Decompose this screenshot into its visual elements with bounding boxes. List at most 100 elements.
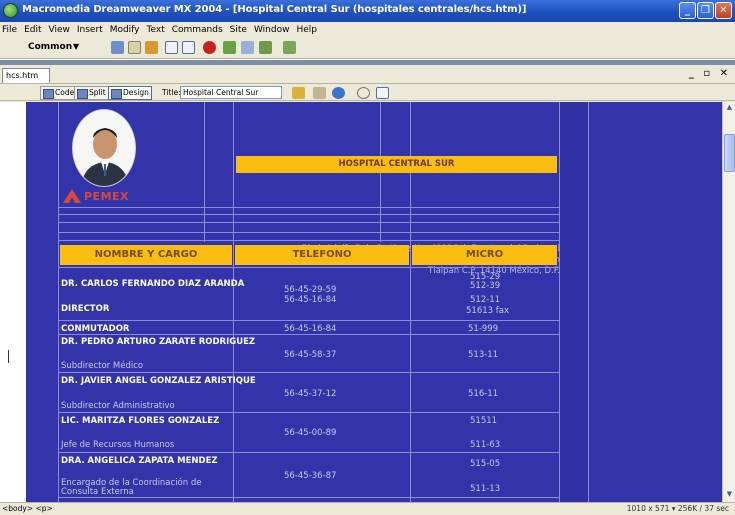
pemex-eagle-icon <box>63 189 81 203</box>
table-row-phone: 56-45-36-87 <box>284 471 337 481</box>
tag-chooser-icon[interactable] <box>283 41 296 54</box>
row-separator <box>58 267 559 268</box>
column-header-name: NOMBRE Y CARGO <box>60 245 232 265</box>
table-border <box>58 207 559 208</box>
window-controls: _ ❐ ✕ <box>679 2 732 19</box>
table-border <box>233 102 234 502</box>
layer-icon[interactable] <box>182 41 195 54</box>
row-separator <box>58 334 559 335</box>
row-separator <box>58 412 559 413</box>
close-button[interactable]: ✕ <box>715 2 732 19</box>
menu-window[interactable]: Window <box>254 25 290 35</box>
menu-commands[interactable]: Commands <box>172 25 223 35</box>
menu-insert[interactable]: Insert <box>77 25 103 35</box>
document-tab[interactable]: hcs.htm <box>2 68 50 83</box>
named-anchor-icon[interactable] <box>145 41 158 54</box>
status-bar: <body> <p> 1010 x 571 ▾ 256K / 37 sec <box>0 502 735 515</box>
date-icon[interactable] <box>241 41 254 54</box>
window-size-info[interactable]: 1010 x 571 ▾ 256K / 37 sec <box>627 504 729 513</box>
table-border <box>58 240 559 241</box>
portrait-image <box>73 110 135 186</box>
insert-bar: Common ▼ <box>0 37 735 59</box>
row-separator <box>58 452 559 453</box>
browser-check-icon[interactable] <box>332 87 345 99</box>
code-view-button[interactable]: Code <box>40 86 78 100</box>
table-border <box>58 102 59 502</box>
row-separator <box>58 320 559 321</box>
table-row-phone: 56-45-16-84 <box>284 295 337 305</box>
table-row-micro: 512-11 <box>470 295 501 305</box>
minimize-button[interactable]: _ <box>679 2 696 19</box>
table-row-role: Subdirector Médico <box>61 361 144 371</box>
text-cursor <box>8 350 9 363</box>
scrollbar-thumb[interactable] <box>724 134 735 172</box>
table-row-name: DRA. ANGELICA ZAPATA MENDEZ <box>61 456 218 466</box>
table-row-role: DIRECTOR <box>61 304 110 314</box>
menu-bar: File Edit View Insert Modify Text Comman… <box>0 22 735 37</box>
table-border <box>204 102 205 242</box>
title-label: Title: <box>162 88 181 97</box>
table-row-phone: 56-45-16-84 <box>284 324 337 334</box>
document-window-controls[interactable]: _ ▫ ✕ <box>689 68 731 79</box>
row-separator <box>58 497 559 498</box>
table-border <box>58 222 559 223</box>
pemex-logo-text: PEMEX <box>84 190 130 203</box>
table-icon[interactable] <box>165 41 178 54</box>
table-row-name: LIC. MARITZA FLORES GONZALEZ <box>61 416 220 426</box>
table-row-micro: 51511 <box>470 416 498 426</box>
table-row-name: DR. CARLOS FERNANDO DIAZ ARANDA <box>61 279 245 289</box>
table-row-phone: 56-45-37-12 <box>284 389 337 399</box>
table-row-role: Jefe de Recursos Humanos <box>61 440 175 450</box>
table-row-micro: 51613 fax <box>466 306 509 316</box>
vertical-scrollbar[interactable]: ▲ ▼ <box>722 102 735 502</box>
table-row-name: DR. PEDRO ARTURO ZARATE RODRIGUEZ <box>61 337 256 347</box>
table-border <box>58 232 559 233</box>
table-row-micro: 512-39 <box>470 281 501 291</box>
design-view-canvas[interactable]: PEMEX HOSPITAL CENTRAL SUR Blvd. Adolfo … <box>26 102 722 502</box>
menu-help[interactable]: Help <box>296 25 317 35</box>
table-row-phone: 56-45-58-37 <box>284 350 337 360</box>
hyperlink-icon[interactable] <box>111 41 124 54</box>
menu-modify[interactable]: Modify <box>110 25 140 35</box>
split-view-button[interactable]: Split <box>74 86 109 100</box>
page-title-input[interactable] <box>180 86 282 99</box>
row-separator <box>58 372 559 373</box>
image-icon[interactable] <box>203 41 216 54</box>
table-row-micro: 51-999 <box>468 324 499 334</box>
column-header-micro: MICRO <box>412 245 557 265</box>
file-management-icon[interactable] <box>292 87 305 99</box>
view-options-icon[interactable] <box>376 87 389 99</box>
maximize-button[interactable]: ❐ <box>697 2 714 19</box>
media-icon[interactable] <box>223 41 236 54</box>
menu-file[interactable]: File <box>2 25 17 35</box>
table-row-micro: 513-11 <box>468 350 499 360</box>
table-row-micro: 515-05 <box>470 459 501 469</box>
hospital-heading: HOSPITAL CENTRAL SUR <box>236 156 557 173</box>
email-link-icon[interactable] <box>128 41 141 54</box>
menu-text[interactable]: Text <box>147 25 165 35</box>
table-row-phone: 56-45-00-89 <box>284 428 337 438</box>
chevron-down-icon[interactable]: ▼ <box>73 42 79 51</box>
refresh-icon[interactable] <box>357 87 370 99</box>
table-row-role: Encargado de la Coordinación de Consulta… <box>61 478 202 497</box>
menu-edit[interactable]: Edit <box>24 25 41 35</box>
scroll-down-icon[interactable]: ▼ <box>724 490 735 501</box>
template-icon[interactable] <box>259 41 272 54</box>
table-row-name: CONMUTADOR <box>61 324 130 334</box>
preview-icon[interactable] <box>313 87 326 99</box>
menu-view[interactable]: View <box>49 25 70 35</box>
menu-site[interactable]: Site <box>230 25 247 35</box>
left-gutter <box>0 102 26 502</box>
insert-category-select[interactable]: Common <box>28 42 72 52</box>
design-view-button[interactable]: Design <box>108 86 152 100</box>
right-column <box>559 102 589 502</box>
table-row-micro: 511-63 <box>470 440 501 450</box>
table-row-micro: 516-11 <box>468 389 499 399</box>
tag-selector[interactable]: <body> <p> <box>2 504 53 513</box>
table-row-phone: 56-45-29-59 <box>284 285 337 295</box>
title-bar[interactable]: Macromedia Dreamweaver MX 2004 - [Hospit… <box>0 0 735 22</box>
window-title: Macromedia Dreamweaver MX 2004 - [Hospit… <box>22 4 527 15</box>
document-toolbar: Code Split Design Title: <box>0 83 735 101</box>
table-row-name: DR. JAVIER ANGEL GONZALEZ ARISTIQUE <box>61 376 256 386</box>
scroll-up-icon[interactable]: ▲ <box>724 103 735 114</box>
